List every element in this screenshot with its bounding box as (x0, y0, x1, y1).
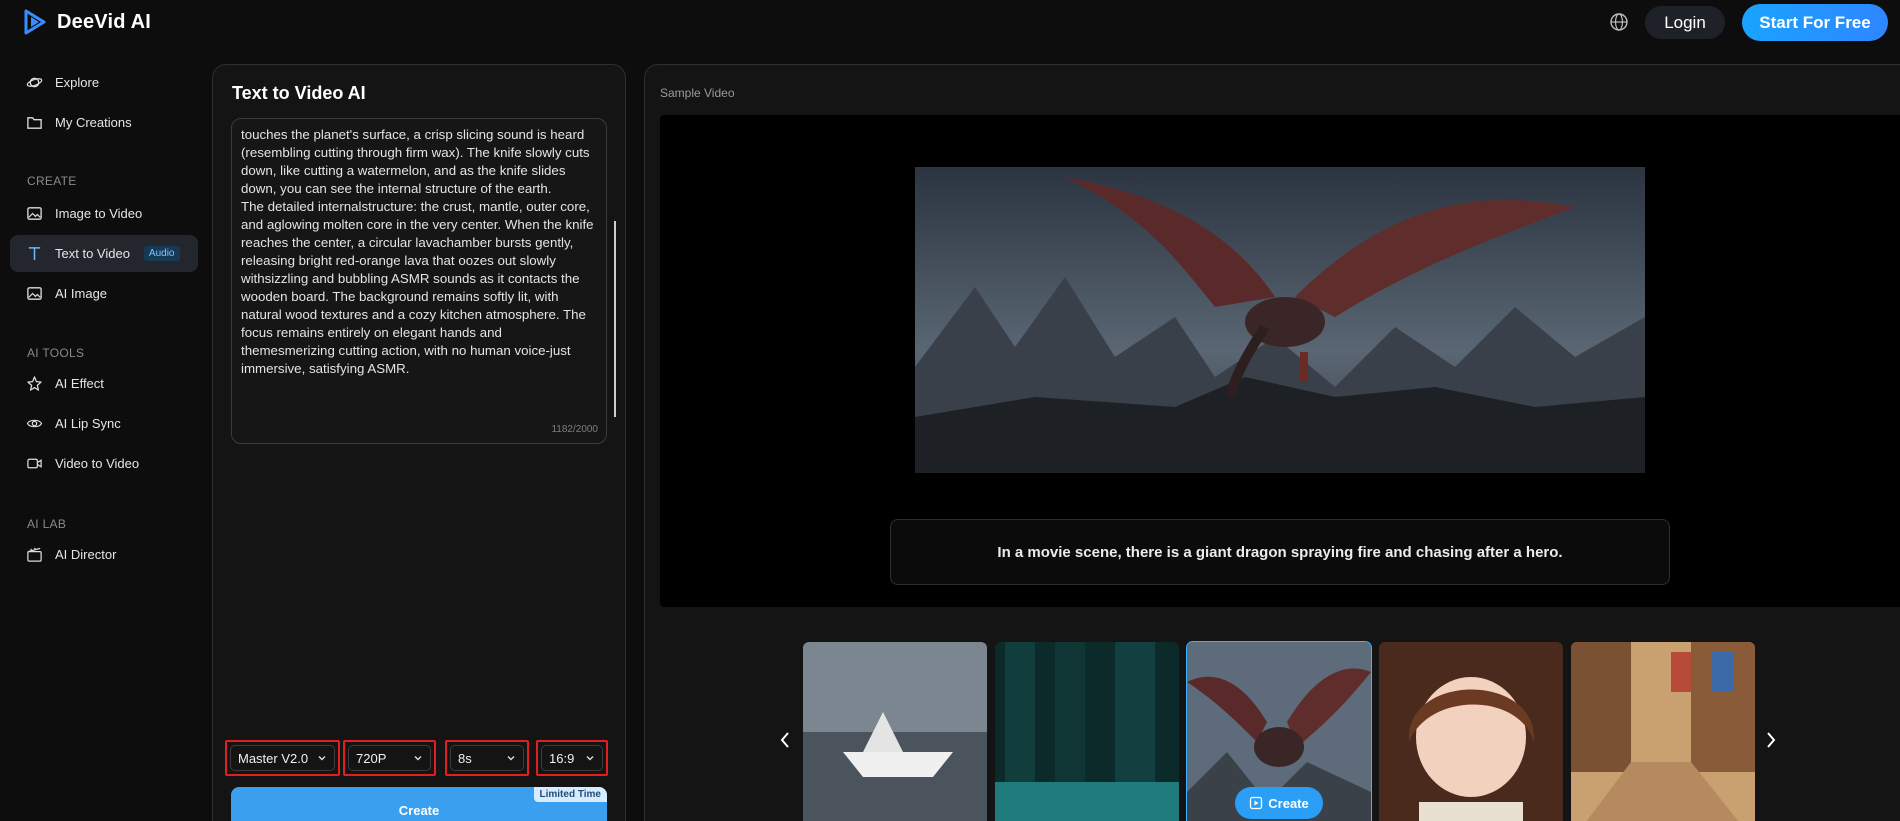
model-select[interactable]: Master V2.0 (225, 740, 340, 776)
dragon-video-frame[interactable] (915, 167, 1645, 473)
chevron-down-icon (318, 756, 326, 761)
aspect-ratio-select[interactable]: 16:9 (536, 740, 608, 776)
sample-thumbnail-server-room[interactable] (995, 642, 1179, 821)
sidebar-item-image-to-video[interactable]: Image to Video (10, 195, 198, 232)
sample-thumbnail-dragon[interactable]: Create (1186, 641, 1372, 821)
start-for-free-button[interactable]: Start For Free (1742, 4, 1888, 41)
sidebar-item-label: AI Director (55, 547, 117, 562)
sidebar-item-label: Image to Video (55, 206, 143, 221)
image-icon (27, 207, 42, 220)
create-button[interactable]: Create Limited Time (231, 787, 607, 821)
sidebar-item-label: AI Image (55, 286, 108, 301)
resolution-select-box: 720P (348, 745, 431, 771)
sidebar-item-label: Explore (55, 75, 100, 90)
sidebar-item-explore[interactable]: Explore (10, 64, 198, 101)
prompt-scrollbar[interactable] (614, 221, 616, 417)
text-icon (28, 247, 41, 261)
sidebar-item-label: AI Lip Sync (55, 416, 121, 431)
audio-badge: Audio (143, 246, 180, 261)
sample-video-panel: Sample Video In a movie scene, there is … (644, 64, 1900, 821)
globe-icon[interactable] (1608, 11, 1630, 33)
image-icon (27, 287, 42, 300)
eye-icon (26, 419, 43, 428)
limited-time-badge: Limited Time (533, 787, 607, 802)
duration-select-value: 8s (458, 750, 472, 766)
sample-thumbnail-market-street[interactable] (1571, 642, 1755, 821)
video-player[interactable]: In a movie scene, there is a giant drago… (660, 115, 1900, 607)
thumbnail-create-button[interactable]: Create (1235, 787, 1323, 819)
sidebar-item-my-creations[interactable]: My Creations (10, 104, 198, 141)
server-room-thumbnail-image (995, 642, 1179, 821)
section-ai-lab-heading: AI LAB (27, 517, 67, 531)
sidebar-item-ai-image[interactable]: AI Image (10, 275, 198, 312)
section-create-heading: CREATE (27, 174, 77, 188)
resolution-select-value: 720P (356, 750, 387, 766)
model-select-box: Master V2.0 (230, 745, 335, 771)
prompt-text[interactable]: touches the planet's surface, a crisp sl… (241, 126, 599, 378)
create-button-label: Create (398, 802, 440, 818)
brand-name: DeeVid AI (57, 10, 152, 33)
sidebar-item-ai-effect[interactable]: AI Effect (10, 365, 198, 402)
anime-girl-thumbnail-image (1379, 642, 1563, 821)
sample-thumbnail-anime-girl[interactable] (1379, 642, 1563, 821)
market-street-thumbnail-image (1571, 642, 1755, 821)
sample-video-label: Sample Video (660, 86, 735, 100)
video-caption: In a movie scene, there is a giant drago… (890, 519, 1670, 585)
sidebar-item-label: Video to Video (55, 456, 140, 471)
sample-thumbnail-paper-boat[interactable] (803, 642, 987, 821)
section-ai-tools-heading: AI TOOLS (27, 346, 85, 360)
resolution-select[interactable]: 720P (343, 740, 436, 776)
chevron-down-icon (586, 756, 594, 761)
sidebar-item-ai-lip-sync[interactable]: AI Lip Sync (10, 405, 198, 442)
chevron-down-icon (414, 756, 422, 761)
paper-boat-thumbnail-image (803, 642, 987, 821)
chevron-down-icon (507, 756, 515, 761)
brand-logo[interactable]: DeeVid AI (22, 9, 151, 35)
sidebar-item-label: Text to Video (55, 246, 130, 261)
char-counter: 1182/2000 (551, 424, 598, 435)
login-button[interactable]: Login (1645, 6, 1725, 39)
sidebar-item-label: AI Effect (55, 376, 104, 391)
model-select-value: Master V2.0 (238, 750, 309, 766)
sidebar-item-text-to-video[interactable]: Text to Video Audio (10, 235, 198, 272)
duration-select-box: 8s (450, 745, 524, 771)
sidebar-item-label: My Creations (55, 115, 132, 130)
sidebar-item-video-to-video[interactable]: Video to Video (10, 445, 198, 482)
prompt-textarea[interactable]: touches the planet's surface, a crisp sl… (231, 118, 616, 444)
video-icon (27, 458, 42, 469)
aspect-ratio-select-value: 16:9 (549, 750, 575, 766)
text-to-video-panel: Text to Video AI touches the planet's su… (212, 64, 626, 821)
app-root: DeeVid AI Login Start For Free Explore M… (0, 0, 1900, 821)
play-square-icon (1250, 796, 1263, 810)
planet-icon (26, 77, 43, 88)
panel-title: Text to Video AI (232, 83, 366, 103)
folder-icon (27, 117, 42, 129)
star-icon (27, 376, 42, 391)
duration-select[interactable]: 8s (445, 740, 529, 776)
chevron-left-icon (780, 732, 789, 748)
clapper-icon (27, 547, 42, 562)
top-bar: DeeVid AI Login Start For Free (0, 0, 1900, 46)
aspect-ratio-select-box: 16:9 (541, 745, 603, 771)
thumbnail-create-label: Create (1268, 795, 1309, 811)
carousel-next-button[interactable] (1761, 725, 1781, 755)
deevid-logo-icon (24, 9, 46, 35)
chevron-right-icon (1767, 732, 1776, 748)
sidebar-item-ai-director[interactable]: AI Director (10, 536, 198, 573)
carousel-prev-button[interactable] (775, 725, 795, 755)
